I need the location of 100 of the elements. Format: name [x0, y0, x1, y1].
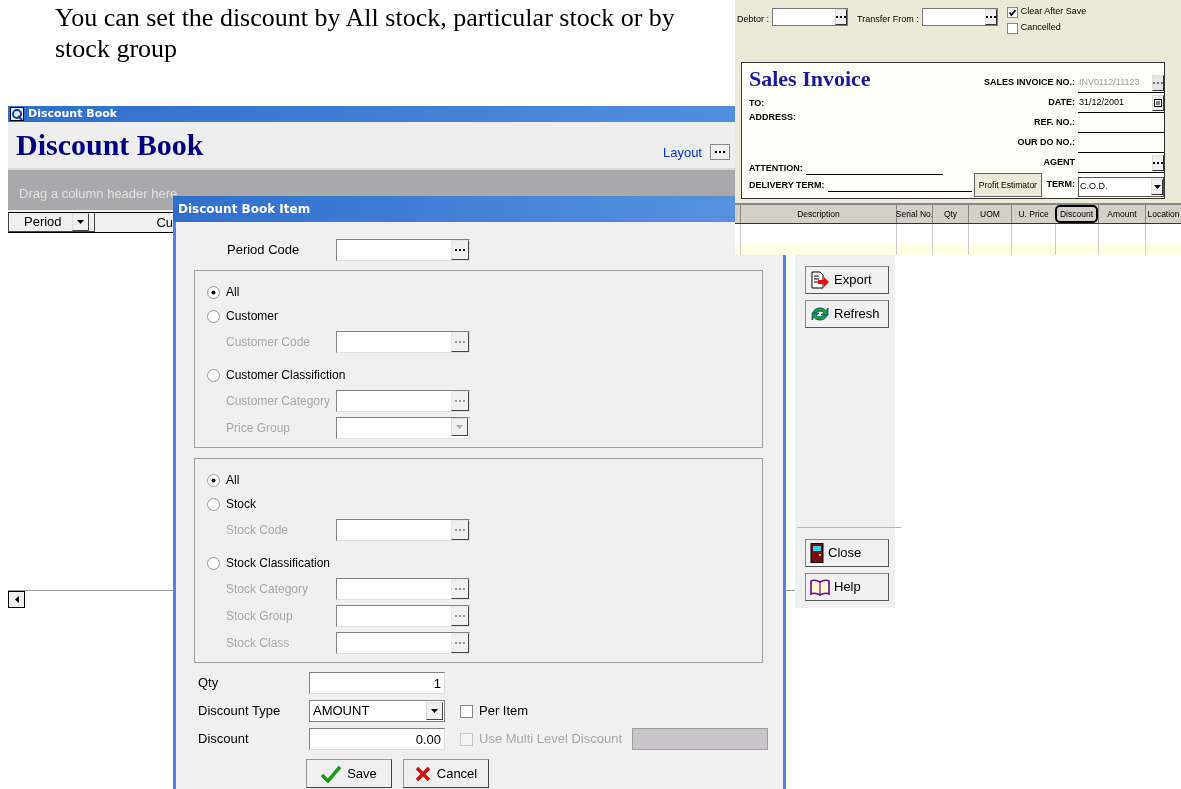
- radio-button[interactable]: [207, 556, 220, 570]
- column-header[interactable]: Period: [8, 213, 95, 232]
- field-label: Stock Class: [225, 634, 291, 652]
- column-header[interactable]: Serial No.: [896, 205, 932, 223]
- ellipsis-icon: [1153, 161, 1163, 164]
- ellipsis-icon: [715, 151, 725, 154]
- radio-label: All: [226, 284, 240, 301]
- checkbox-label: Per Item: [479, 702, 529, 721]
- profit-estimator-button[interactable]: Profit Estimator: [974, 173, 1042, 197]
- input-field[interactable]: [1078, 153, 1164, 173]
- dropdown-field[interactable]: [336, 416, 470, 439]
- field-label: Discount Type: [197, 702, 282, 721]
- input-field[interactable]: 31/12/2001: [1078, 93, 1164, 113]
- checkbox-label: Use Multi Level Discount: [479, 730, 623, 749]
- ellipsis-icon: [455, 641, 465, 644]
- radio-button[interactable]: [207, 285, 220, 299]
- book-icon: [810, 578, 830, 596]
- column-label: Period: [24, 213, 62, 232]
- field-value: C.O.D.: [1080, 180, 1108, 194]
- field-label: Discount: [197, 730, 250, 749]
- dropdown-button[interactable]: [426, 702, 443, 720]
- lookup-button[interactable]: [1152, 154, 1164, 171]
- dropdown-button[interactable]: [1151, 179, 1163, 195]
- field-label: ADDRESS:: [749, 110, 797, 124]
- field-value: INV0112/11123: [1079, 75, 1140, 89]
- checkmark-icon: [321, 764, 342, 783]
- lookup-button[interactable]: [984, 9, 997, 25]
- radio-button[interactable]: [207, 497, 220, 511]
- left-arrow-icon: [14, 596, 19, 603]
- lookup-field[interactable]: [336, 604, 470, 627]
- column-header[interactable]: Qty: [932, 205, 968, 223]
- column-filter-button[interactable]: [72, 213, 89, 231]
- close-button[interactable]: Close: [805, 539, 889, 567]
- lookup-button[interactable]: [451, 605, 469, 626]
- lookup-field[interactable]: [921, 8, 998, 26]
- checkbox[interactable]: [460, 704, 473, 718]
- scroll-left-button[interactable]: [8, 591, 25, 608]
- lookup-field[interactable]: [336, 389, 470, 412]
- lookup-button[interactable]: [1152, 74, 1164, 91]
- radio-button[interactable]: [207, 368, 220, 382]
- dropdown-arrow-icon: [1153, 185, 1161, 189]
- column-header[interactable]: U. Price: [1011, 205, 1055, 223]
- checkbox[interactable]: [1006, 6, 1018, 18]
- window-title: Discount Book: [28, 105, 118, 122]
- column-header[interactable]: Description: [740, 205, 896, 223]
- field-label: Qty: [197, 674, 220, 693]
- dropdown-value: AMOUNT: [313, 702, 370, 721]
- radio-label: All: [226, 472, 240, 489]
- layout-link[interactable]: Layout: [662, 142, 702, 162]
- field-label: Customer Category: [225, 392, 332, 410]
- refresh-icon: [810, 305, 830, 323]
- lookup-button[interactable]: [451, 578, 469, 599]
- discount-type-dropdown[interactable]: AMOUNT: [309, 700, 445, 722]
- column-header[interactable]: UOM: [968, 205, 1011, 223]
- help-button[interactable]: Help: [805, 573, 889, 601]
- field-label: Period Code: [226, 241, 301, 260]
- x-icon: [414, 765, 431, 782]
- lookup-field[interactable]: [336, 631, 470, 654]
- cancel-button[interactable]: Cancel: [403, 759, 489, 788]
- door-icon: [810, 543, 824, 563]
- radio-label: Stock Classification: [226, 555, 331, 572]
- checkbox[interactable]: [1006, 22, 1018, 34]
- refresh-button[interactable]: Refresh: [805, 300, 889, 328]
- calendar-button[interactable]: [1152, 94, 1164, 111]
- field-value: 31/12/2001: [1079, 95, 1125, 109]
- instruction-text: You can set the discount by All stock, particular stock or by stock group: [55, 2, 676, 64]
- discount-field[interactable]: 0.00: [309, 728, 445, 750]
- lookup-field[interactable]: [336, 239, 470, 261]
- lookup-field[interactable]: [336, 518, 470, 541]
- radio-button[interactable]: [207, 309, 220, 323]
- lookup-button[interactable]: [835, 9, 847, 25]
- input-field[interactable]: C.O.D.: [1078, 177, 1164, 197]
- lookup-button[interactable]: [451, 240, 469, 260]
- lookup-field[interactable]: [336, 577, 470, 600]
- ellipsis-icon: [455, 614, 465, 617]
- lookup-button[interactable]: [451, 331, 469, 352]
- qty-field[interactable]: 1: [309, 672, 445, 694]
- checkbox-label: Cancelled: [1020, 21, 1061, 35]
- field-label: OUR DO NO.:: [1016, 136, 1075, 150]
- lookup-field[interactable]: [336, 330, 470, 353]
- field-label: Transfer From :: [857, 13, 919, 26]
- lookup-button[interactable]: [451, 390, 469, 411]
- save-button[interactable]: Save: [306, 759, 392, 788]
- checkbox-label: Clear After Save: [1020, 5, 1087, 19]
- layout-button[interactable]: [710, 144, 730, 161]
- column-header[interactable]: Amount: [1098, 205, 1145, 223]
- field-label: TERM:: [1045, 178, 1075, 192]
- dropdown-button[interactable]: [451, 417, 468, 436]
- export-icon: [810, 271, 830, 289]
- column-header[interactable]: Cu: [95, 213, 173, 232]
- column-header[interactable]: Location: [1145, 205, 1181, 223]
- lookup-button[interactable]: [451, 632, 469, 653]
- field-label: Stock Category: [225, 580, 310, 598]
- field-label: Price Group: [225, 419, 292, 437]
- lookup-field[interactable]: [772, 8, 848, 26]
- radio-button[interactable]: [207, 473, 220, 487]
- lookup-button[interactable]: [451, 519, 469, 540]
- export-button[interactable]: Export: [805, 266, 889, 294]
- field-label: Customer Code: [225, 333, 312, 351]
- ellipsis-icon: [455, 587, 465, 590]
